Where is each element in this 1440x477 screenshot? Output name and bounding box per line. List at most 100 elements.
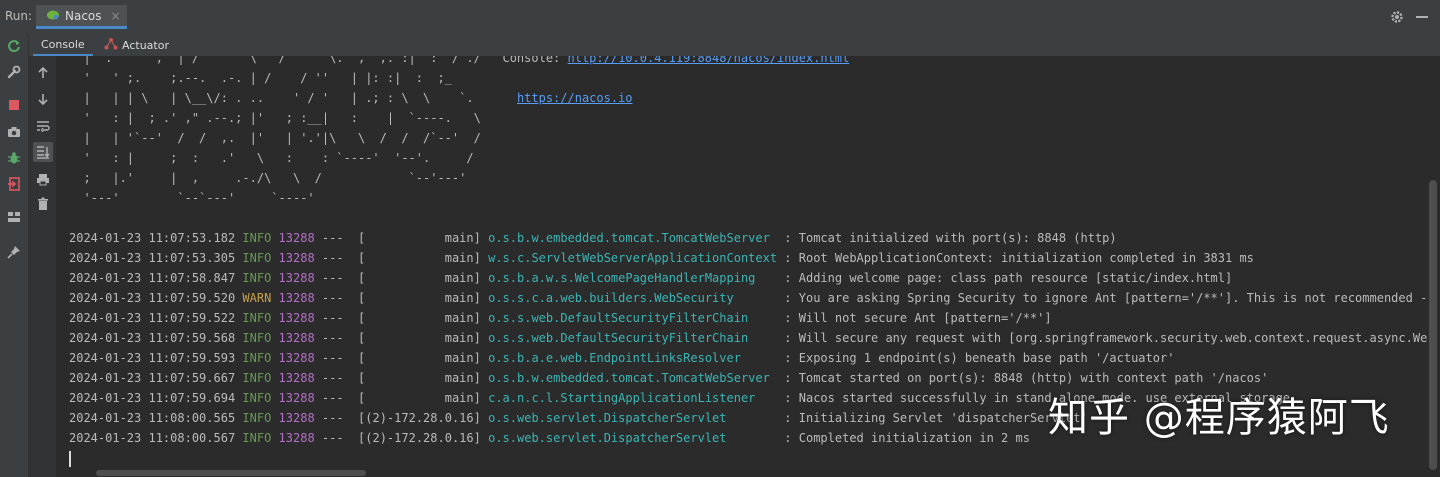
- run-label: Run:: [5, 9, 33, 23]
- close-icon[interactable]: ×: [111, 9, 121, 23]
- log-line: 2024-01-23 11:08:00.565 INFO 13288 --- […: [69, 408, 1088, 428]
- log-line: 2024-01-23 11:07:59.520 WARN 13288 --- […: [69, 288, 1427, 308]
- log-message: : Exposing 1 endpoint(s) beneath base pa…: [777, 351, 1175, 365]
- log-pid: 13288: [278, 311, 315, 325]
- log-level: INFO: [242, 271, 272, 285]
- log-message: : You are asking Spring Security to igno…: [777, 291, 1427, 305]
- log-message: : Tomcat started on port(s): 8848 (http)…: [777, 371, 1269, 385]
- log-thread: --- [ main]: [321, 311, 481, 325]
- log-logger: o.s.b.a.w.s.WelcomePageHandlerMapping: [488, 271, 778, 285]
- log-message: : Will secure any request with [org.spri…: [784, 331, 1427, 345]
- url-link[interactable]: https://nacos.io: [517, 91, 633, 105]
- banner-line: ' : | ; : .' \ : : `----' '--'. /: [69, 148, 474, 168]
- tab-actuator[interactable]: Actuator: [100, 34, 173, 56]
- tab-nacos[interactable]: Nacos ×: [36, 5, 127, 29]
- log-level: INFO: [242, 251, 272, 265]
- log-logger: o.s.web.servlet.DispatcherServlet: [488, 411, 778, 425]
- horizontal-scroll-thumb[interactable]: [96, 470, 366, 476]
- log-level: INFO: [242, 351, 272, 365]
- spring-boot-icon: [46, 6, 60, 25]
- log-thread: --- [ main]: [321, 271, 481, 285]
- banner-text: ' ' ;. ;.--. .-. | / / '' | |: :| : ;_: [69, 71, 452, 85]
- log-pid: 13288: [278, 331, 315, 345]
- log-pid: 13288: [278, 411, 315, 425]
- down-arrow-icon[interactable]: [35, 91, 51, 107]
- log-timestamp: 2024-01-23 11:07:59.568: [69, 331, 236, 345]
- log-timestamp: 2024-01-23 11:07:59.520: [69, 291, 236, 305]
- log-message: : Initializing Servlet 'dispatcherServle…: [777, 411, 1088, 425]
- log-line: 2024-01-23 11:07:53.305 INFO 13288 --- […: [69, 248, 1254, 268]
- log-logger: o.s.web.servlet.DispatcherServlet: [488, 431, 778, 445]
- log-line: 2024-01-23 11:07:59.568 INFO 13288 --- […: [69, 328, 1427, 348]
- stop-icon[interactable]: [6, 97, 22, 113]
- banner-text: '---' `--`---' `----': [69, 191, 315, 205]
- trash-icon[interactable]: [35, 196, 51, 212]
- log-level: WARN: [242, 291, 272, 305]
- log-level: INFO: [242, 231, 272, 245]
- log-line: 2024-01-23 11:07:59.593 INFO 13288 --- […: [69, 348, 1174, 368]
- log-logger: o.s.b.w.embedded.tomcat.TomcatWebServer: [488, 231, 778, 245]
- log-timestamp: 2024-01-23 11:07:59.522: [69, 311, 236, 325]
- log-logger: w.s.c.ServletWebServerApplicationContext: [488, 251, 778, 265]
- log-thread: --- [(2)-172.28.0.16]: [321, 411, 481, 425]
- banner-line: | | '`--' / / ,. |' | '.'|\ \ / / /`--' …: [69, 128, 480, 148]
- pin-icon[interactable]: [6, 244, 22, 260]
- log-line: 2024-01-23 11:07:53.182 INFO 13288 --- […: [69, 228, 1117, 248]
- log-line: 2024-01-23 11:07:58.847 INFO 13288 --- […: [69, 268, 1232, 288]
- debug-bug-icon[interactable]: [6, 150, 22, 166]
- up-arrow-icon[interactable]: [35, 65, 51, 81]
- camera-icon[interactable]: [6, 124, 22, 140]
- log-message: : Root WebApplicationContext: initializa…: [777, 251, 1254, 265]
- log-pid: 13288: [278, 391, 315, 405]
- exit-icon[interactable]: [6, 176, 22, 192]
- log-logger: o.s.s.c.a.web.builders.WebSecurity: [488, 291, 778, 305]
- banner-line: ' ' ;. ;.--. .-. | / / '' | |: :| : ;_: [69, 68, 452, 88]
- log-message: : Completed initialization in 2 ms: [777, 431, 1030, 445]
- url-link[interactable]: http://10.0.4.119:8848/nacos/index.html: [568, 56, 850, 65]
- log-line: 2024-01-23 11:08:00.567 INFO 13288 --- […: [69, 428, 1030, 448]
- log-level: INFO: [242, 411, 272, 425]
- tab-label: Nacos: [65, 8, 102, 23]
- log-pid: 13288: [278, 251, 315, 265]
- log-thread: --- [ main]: [321, 331, 481, 345]
- log-timestamp: 2024-01-23 11:07:58.847: [69, 271, 236, 285]
- tab-console[interactable]: Console: [33, 34, 93, 56]
- log-timestamp: 2024-01-23 11:07:59.694: [69, 391, 236, 405]
- banner-text: ; |.' | , .-./\ \ / `--'---': [69, 171, 467, 185]
- rerun-icon[interactable]: [6, 38, 22, 54]
- run-toolwindow-header: Run: Nacos ×: [0, 0, 1440, 35]
- minimize-icon[interactable]: [1416, 16, 1428, 18]
- actuator-icon: [104, 37, 118, 53]
- banner-line: '---' `--`---' `----': [69, 188, 315, 208]
- log-thread: --- [(2)-172.28.0.16]: [321, 431, 481, 445]
- text-caret: [69, 451, 71, 467]
- log-level: INFO: [242, 431, 272, 445]
- log-thread: --- [ main]: [321, 351, 481, 365]
- watermark: 知乎 @程序猿阿飞: [1048, 395, 1390, 441]
- wrench-icon[interactable]: [6, 64, 22, 80]
- run-actions-toolbar: [0, 34, 29, 477]
- layout-icon[interactable]: [6, 209, 22, 225]
- subtab-bar: Console Actuator: [28, 34, 1440, 56]
- log-logger: o.s.s.web.DefaultSecurityFilterChain: [488, 331, 778, 345]
- log-timestamp: 2024-01-23 11:08:00.565: [69, 411, 236, 425]
- soft-wrap-icon[interactable]: [35, 118, 51, 134]
- log-thread: --- [ main]: [321, 251, 481, 265]
- log-pid: 13288: [278, 371, 315, 385]
- log-thread: --- [ main]: [321, 391, 481, 405]
- print-icon[interactable]: [35, 171, 51, 187]
- log-line: 2024-01-23 11:07:59.522 INFO 13288 --- […: [69, 308, 1052, 328]
- banner-line: | | | \ | \__\/: . .. ' / ' | .; : \ \ `…: [69, 88, 633, 108]
- log-level: INFO: [242, 371, 272, 385]
- subtab-label: Actuator: [122, 38, 169, 52]
- log-message: : Will not secure Ant [pattern='/**']: [777, 311, 1052, 325]
- log-message: : Adding welcome page: class path resour…: [777, 271, 1233, 285]
- vertical-scroll-thumb[interactable]: [1429, 180, 1437, 470]
- log-timestamp: 2024-01-23 11:08:00.567: [69, 431, 236, 445]
- gear-icon[interactable]: [1390, 9, 1404, 23]
- log-pid: 13288: [278, 231, 315, 245]
- scroll-to-end-icon[interactable]: [33, 142, 53, 162]
- log-thread: --- [ main]: [321, 371, 481, 385]
- log-logger: o.s.b.w.embedded.tomcat.TomcatWebServer: [488, 371, 778, 385]
- banner-text: ' : | ; : .' \ : : `----' '--'. /: [69, 151, 474, 165]
